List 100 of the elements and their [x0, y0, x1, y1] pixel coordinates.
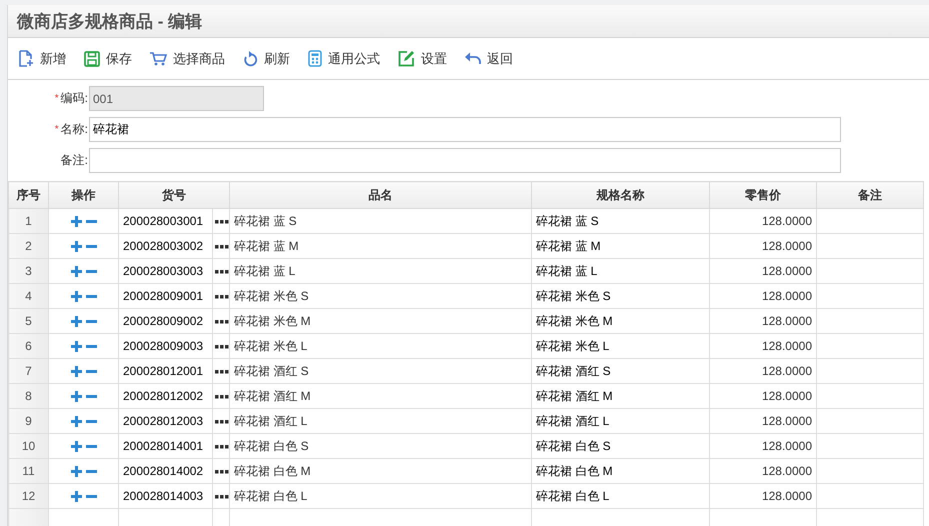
- column-header: 零售价: [710, 182, 816, 208]
- table-cell: 碎花裙 米色 L: [532, 334, 710, 358]
- row-number: 11: [8, 458, 48, 484]
- add-row-button[interactable]: [68, 366, 84, 378]
- more-icon: [215, 394, 229, 399]
- add-row-button[interactable]: [68, 216, 84, 228]
- more-icon: [215, 320, 229, 324]
- table-cell: 128.0000: [710, 458, 816, 484]
- more-icon: [215, 344, 229, 349]
- lookup-button[interactable]: [213, 342, 231, 351]
- field-label: 编码:: [60, 90, 88, 107]
- add-row-button[interactable]: [68, 241, 84, 252]
- add-row-button[interactable]: [68, 466, 84, 478]
- lookup-button[interactable]: [213, 392, 231, 401]
- refresh-icon: [243, 50, 258, 66]
- add-row-button[interactable]: [68, 266, 84, 278]
- table-cell: 128.0000: [710, 284, 816, 308]
- row-number: 1: [8, 208, 48, 234]
- lookup-button[interactable]: [213, 492, 231, 501]
- table-cell: 碎花裙 蓝 S: [230, 208, 532, 234]
- row-number: 7: [8, 358, 48, 384]
- table-cell: 128.0000: [710, 408, 816, 434]
- table-cell: 碎花裙 蓝 L: [230, 258, 532, 284]
- row-number: 6: [8, 334, 48, 358]
- column-header: 备注: [816, 182, 924, 208]
- plus-icon: [70, 341, 82, 352]
- row-number: 9: [8, 408, 48, 434]
- plus-icon: [70, 416, 82, 428]
- column-header: 序号: [8, 182, 48, 208]
- edit-icon: [398, 50, 415, 67]
- toolbar-button[interactable]: 设置: [398, 48, 447, 70]
- more-icon: [215, 220, 229, 224]
- table-cell: 200028003003: [118, 258, 212, 284]
- table-cell: 200028009003: [118, 334, 212, 358]
- table-cell: 128.0000: [710, 334, 816, 358]
- add-row-button[interactable]: [68, 441, 84, 452]
- input-field[interactable]: 碎花裙: [89, 117, 841, 142]
- plus-icon: [70, 241, 82, 252]
- row-number: 8: [8, 384, 48, 408]
- table-cell: 200028003001: [118, 208, 212, 234]
- table-cell: 200028012003: [118, 408, 212, 434]
- table-cell: 128.0000: [710, 208, 816, 234]
- table-cell: 碎花裙 米色 M: [532, 308, 710, 334]
- table-cell: 碎花裙 白色 L: [230, 484, 532, 508]
- toolbar-button[interactable]: 新增: [18, 48, 66, 70]
- add-row-button[interactable]: [68, 341, 84, 352]
- table-cell: 碎花裙 蓝 L: [532, 258, 710, 284]
- lookup-button[interactable]: [213, 418, 231, 426]
- lookup-button[interactable]: [213, 292, 231, 301]
- table-cell: 碎花裙 酒红 S: [230, 358, 532, 384]
- more-icon: [215, 470, 229, 474]
- table-cell: 碎花裙 白色 L: [532, 484, 710, 508]
- table-cell: 碎花裙 米色 S: [230, 284, 532, 308]
- column-header: 货号: [118, 182, 230, 208]
- more-icon: [215, 270, 229, 274]
- add-row-button[interactable]: [68, 416, 84, 428]
- table-cell: 128.0000: [710, 358, 816, 384]
- window-title: 微商店多规格商品 - 编辑: [17, 10, 202, 32]
- table-cell: 200028009001: [118, 284, 212, 308]
- table-cell: 碎花裙 酒红 M: [532, 384, 710, 408]
- table-cell: 200028003002: [118, 234, 212, 258]
- add-row-button[interactable]: [68, 316, 84, 328]
- more-icon: [215, 420, 229, 424]
- field-label: 名称:: [60, 121, 88, 138]
- table-cell: 碎花裙 米色 L: [230, 334, 532, 358]
- lookup-button[interactable]: [213, 268, 231, 276]
- add-row-button[interactable]: [68, 291, 84, 302]
- table-cell: 碎花裙 酒红 S: [532, 358, 710, 384]
- table-cell: 碎花裙 白色 M: [532, 458, 710, 484]
- table-cell: 碎花裙 白色 S: [532, 434, 710, 458]
- table-cell: 碎花裙 酒红 M: [230, 384, 532, 408]
- table-cell: 碎花裙 米色 M: [230, 308, 532, 334]
- row-number: 3: [8, 258, 48, 284]
- toolbar-button[interactable]: 刷新: [243, 48, 290, 70]
- lookup-button[interactable]: [213, 442, 231, 451]
- column-header: 规格名称: [532, 182, 710, 208]
- toolbar-button[interactable]: 通用公式: [308, 48, 380, 70]
- table-cell: 碎花裙 酒红 L: [532, 408, 710, 434]
- toolbar-button[interactable]: 选择商品: [150, 48, 225, 70]
- table-cell: 128.0000: [710, 234, 816, 258]
- table-cell: 128.0000: [710, 384, 816, 408]
- table-cell: 碎花裙 白色 M: [230, 458, 532, 484]
- add-row-button[interactable]: [68, 491, 84, 502]
- undo-icon: [465, 52, 481, 65]
- calculator-icon: [308, 50, 322, 67]
- plus-icon: [70, 216, 82, 228]
- lookup-button[interactable]: [213, 318, 231, 326]
- input-field[interactable]: [89, 148, 841, 173]
- table-cell: 碎花裙 蓝 M: [230, 234, 532, 258]
- lookup-button[interactable]: [213, 218, 231, 226]
- required-mark: *: [54, 124, 59, 135]
- column-header: 品名: [230, 182, 532, 208]
- plus-icon: [70, 466, 82, 478]
- field-label: 备注:: [60, 152, 88, 169]
- lookup-button[interactable]: [213, 468, 231, 476]
- lookup-button[interactable]: [213, 368, 231, 376]
- add-row-button[interactable]: [68, 391, 84, 402]
- toolbar-button[interactable]: 保存: [84, 48, 132, 70]
- lookup-button[interactable]: [213, 242, 231, 251]
- toolbar-button[interactable]: 返回: [465, 48, 513, 70]
